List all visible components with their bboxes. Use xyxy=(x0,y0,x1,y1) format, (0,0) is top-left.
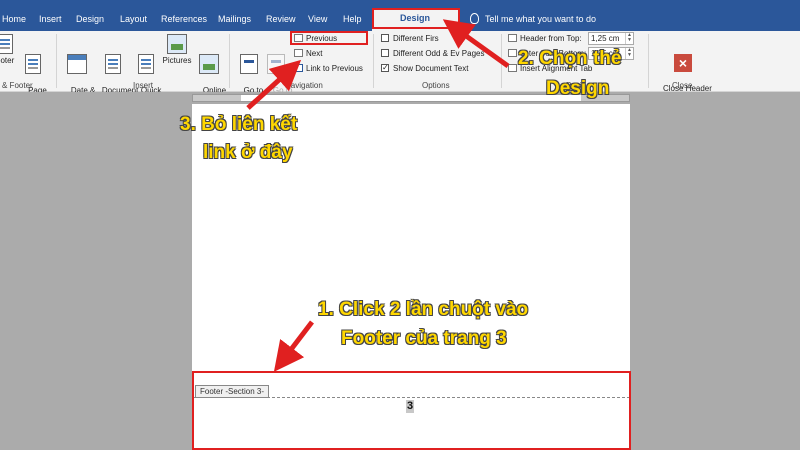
checkbox-icon xyxy=(381,34,389,42)
spin-arrows-icon[interactable]: ▲ ▼ xyxy=(625,33,633,44)
go-to-header-icon xyxy=(240,54,258,74)
header-from-top-value: 1,25 cm xyxy=(591,34,620,43)
annotation-step2-line1: 2. Chọn thẻ xyxy=(518,48,622,69)
annotation-step2-line2: Design xyxy=(546,78,610,99)
footer-highlight xyxy=(192,371,631,450)
footer-button[interactable]: ooter xyxy=(0,34,14,66)
next-icon xyxy=(294,49,303,57)
tab-mailings[interactable]: Mailings xyxy=(218,14,251,24)
checkbox-checked-icon xyxy=(381,62,389,73)
link-icon xyxy=(294,64,303,72)
annotation-step3-line2: link ở đây xyxy=(203,142,293,163)
footer-icon xyxy=(0,34,13,54)
checkbox-icon xyxy=(381,49,389,57)
document-info-icon xyxy=(105,54,121,74)
page-number-icon xyxy=(25,54,41,74)
pictures-label: Pictures xyxy=(162,56,192,65)
show-document-text-label: Show Document Text xyxy=(393,64,469,73)
header-from-top-input[interactable]: 1,25 cm ▲ ▼ xyxy=(588,32,634,45)
show-document-text-checkbox[interactable]: Show Document Text xyxy=(381,62,469,74)
ribbon-separator xyxy=(373,34,374,88)
tab-view[interactable]: View xyxy=(308,14,327,24)
spin-arrows-icon[interactable]: ▲ ▼ xyxy=(625,48,633,59)
link-to-previous-label: Link to Previous xyxy=(306,64,363,73)
tab-design-first[interactable]: Design xyxy=(76,14,104,24)
footer-button-label: ooter xyxy=(0,56,15,65)
online-pictures-icon xyxy=(199,54,219,74)
group-header-footer: & Footer xyxy=(2,81,33,90)
pictures-icon xyxy=(167,34,187,54)
footer-position-icon xyxy=(508,49,517,57)
different-odd-even-label: Different Odd & Ev xyxy=(393,49,460,58)
next-button[interactable]: Next xyxy=(294,48,322,59)
go-to-footer-icon xyxy=(267,54,285,74)
tab-review[interactable]: Review xyxy=(266,14,296,24)
lightbulb-icon xyxy=(470,13,479,24)
close-icon: × xyxy=(674,54,692,72)
annotation-step1-line2: Footer của trang 3 xyxy=(341,328,507,349)
tab-insert[interactable]: Insert xyxy=(39,14,62,24)
horizontal-ruler xyxy=(0,92,800,104)
different-first-page-checkbox[interactable]: Different Firs xyxy=(381,33,439,44)
different-odd-even-tail: Pages xyxy=(461,49,485,58)
header-from-top-label: Header from Top: xyxy=(520,34,582,43)
link-to-previous-highlight xyxy=(290,31,368,45)
design-tab-highlight xyxy=(372,8,460,29)
ribbon-separator xyxy=(229,34,230,88)
link-to-previous-button[interactable]: Link to Previous xyxy=(294,63,363,74)
different-odd-even-checkbox[interactable]: Different Odd & Ev Pages xyxy=(381,48,484,59)
tell-me-search[interactable]: Tell me what you want to do xyxy=(470,13,596,24)
tab-help[interactable]: Help xyxy=(343,14,362,24)
alignment-tab-icon xyxy=(508,64,517,72)
tell-me-label: Tell me what you want to do xyxy=(485,14,597,24)
tab-layout[interactable]: Layout xyxy=(120,14,147,24)
next-label: Next xyxy=(306,49,323,58)
annotation-step3-line1: 3. Bỏ liên kết xyxy=(180,114,298,135)
header-from-top-row: Header from Top: xyxy=(508,33,582,44)
ribbon-separator xyxy=(648,34,649,88)
group-options: Options xyxy=(422,81,450,90)
group-insert: Insert xyxy=(133,81,154,90)
ribbon: ooter Page Number & Footer Date & Time D… xyxy=(0,31,800,105)
calendar-icon xyxy=(67,54,87,74)
ribbon-separator xyxy=(56,34,57,88)
group-navigation: Navigation xyxy=(285,81,323,90)
tab-references[interactable]: References xyxy=(161,14,207,24)
quick-parts-icon xyxy=(138,54,154,74)
different-first-label: Different Firs xyxy=(393,34,439,43)
annotation-step1-line1: 1. Click 2 lần chuột vào xyxy=(318,299,529,320)
group-close: Close xyxy=(672,81,693,90)
header-position-icon xyxy=(508,34,517,42)
ribbon-separator xyxy=(501,34,502,88)
pictures-button[interactable]: Pictures xyxy=(161,34,193,66)
tab-home[interactable]: Home xyxy=(2,14,26,24)
